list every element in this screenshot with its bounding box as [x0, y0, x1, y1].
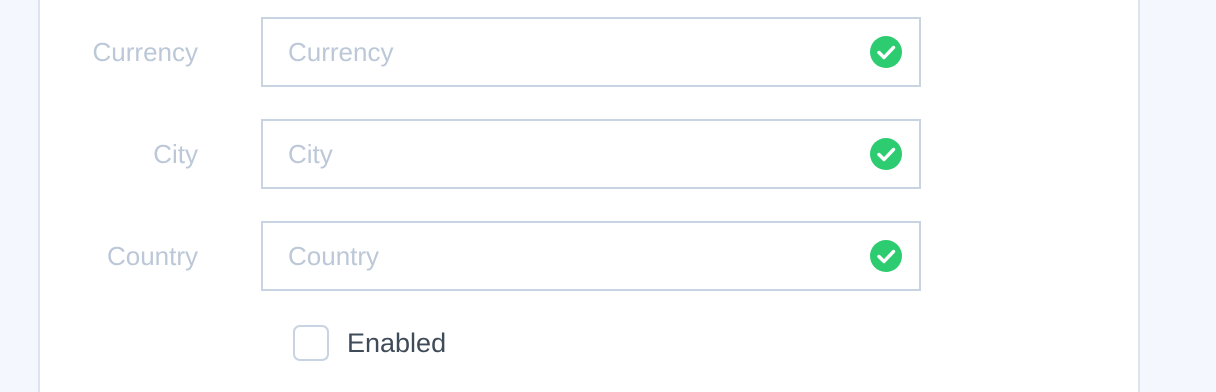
enabled-checkbox[interactable]	[293, 325, 329, 361]
city-field[interactable]	[261, 119, 921, 189]
country-field[interactable]	[261, 221, 921, 291]
country-row: Country	[40, 221, 1138, 291]
form-card: Currency City Country	[38, 0, 1140, 392]
check-circle-icon	[870, 138, 902, 170]
city-label: City	[153, 139, 198, 169]
check-circle-icon	[870, 240, 902, 272]
currency-input[interactable]	[263, 19, 919, 85]
city-input[interactable]	[263, 121, 919, 187]
check-circle-icon	[870, 36, 902, 68]
enabled-label[interactable]: Enabled	[347, 328, 446, 359]
country-label: Country	[106, 241, 198, 271]
currency-label: Currency	[92, 37, 198, 67]
country-input[interactable]	[263, 223, 919, 289]
currency-row: Currency	[40, 17, 1138, 87]
currency-field[interactable]	[261, 17, 921, 87]
enabled-option[interactable]: Enabled	[293, 322, 446, 364]
city-row: City	[40, 119, 1138, 189]
